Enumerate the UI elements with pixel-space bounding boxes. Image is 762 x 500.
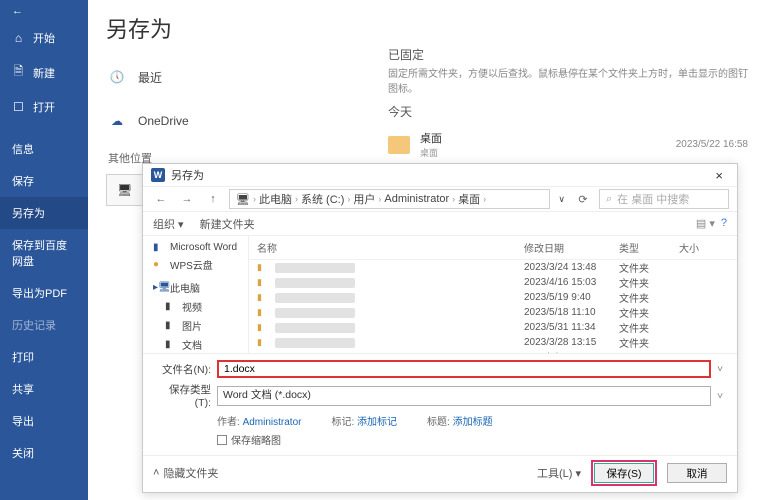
- tree-this-pc[interactable]: ▸🖥此电脑: [143, 278, 248, 297]
- author-value[interactable]: Administrator: [243, 417, 302, 428]
- today-heading: 今天: [388, 103, 748, 120]
- tag-value[interactable]: 添加标记: [357, 417, 397, 428]
- back-arrow[interactable]: ←: [0, 0, 88, 22]
- sidebar-item-info[interactable]: 信息: [0, 133, 88, 165]
- tree-pictures[interactable]: ▮图片: [143, 316, 248, 335]
- pc-icon: 🖥: [236, 193, 250, 206]
- video-icon: ▮: [165, 301, 177, 312]
- tree-wps[interactable]: ●WPS云盘: [143, 255, 248, 274]
- search-input[interactable]: ⌕在 桌面 中搜索: [599, 189, 729, 209]
- file-row[interactable]: ▮2023/3/28 13:15文件夹: [249, 335, 737, 350]
- refresh-icon[interactable]: ⟳: [573, 189, 593, 209]
- file-row[interactable]: ▮2023/5/31 11:34文件夹: [249, 320, 737, 335]
- sidebar-item-save[interactable]: 保存: [0, 165, 88, 197]
- dialog-buttons: ˄隐藏文件夹 工具(L) ▾ 保存(S) 取消: [143, 455, 737, 492]
- sidebar-item-share[interactable]: 共享: [0, 373, 88, 405]
- word-icon: ▮: [153, 242, 165, 253]
- help-icon[interactable]: ?: [721, 217, 727, 230]
- sidebar-item-close[interactable]: 关闭: [0, 437, 88, 469]
- wps-icon: ●: [153, 259, 165, 270]
- sidebar-item-export[interactable]: 导出: [0, 405, 88, 437]
- filename-label: 文件名(N):: [153, 362, 211, 377]
- cancel-button[interactable]: 取消: [667, 463, 727, 483]
- title-value[interactable]: 添加标题: [453, 417, 493, 428]
- thumbnail-checkbox[interactable]: 保存缩略图: [153, 432, 727, 447]
- pinned-heading: 已固定: [388, 46, 748, 63]
- picture-icon: ▮: [165, 320, 177, 331]
- nav-up-icon[interactable]: ↑: [203, 189, 223, 209]
- sidebar-item-print[interactable]: 打印: [0, 341, 88, 373]
- file-row[interactable]: ▮2023/5/18 11:10文件夹: [249, 305, 737, 320]
- dialog-nav: ← → ↑ 🖥› 此电脑› 系统 (C:)› 用户› Administrator…: [143, 186, 737, 212]
- recent-folder-desktop[interactable]: 桌面桌面 2023/5/22 16:58: [388, 126, 748, 163]
- file-row[interactable]: ▮2023/5/19 9:40文件夹: [249, 290, 737, 305]
- file-row[interactable]: ▮2023/4/16 15:03文件夹: [249, 275, 737, 290]
- filename-input[interactable]: [217, 360, 711, 378]
- backstage-sidebar: ← ⌂开始 🗎新建 ☐打开 信息 保存 另存为 保存到百度网盘 导出为PDF 历…: [0, 0, 88, 500]
- word-icon: W: [151, 168, 165, 182]
- folder-tree: ▮Microsoft Word ●WPS云盘 ▸🖥此电脑 ▮视频 ▮图片 ▮文档…: [143, 236, 249, 353]
- page-title: 另存为: [106, 12, 744, 44]
- save-button[interactable]: 保存(S): [594, 463, 654, 483]
- pc-icon: 🖥: [117, 183, 132, 197]
- filetype-label: 保存类型(T):: [153, 382, 211, 409]
- sidebar-item-saveas[interactable]: 另存为: [0, 197, 88, 229]
- tools-menu[interactable]: 工具(L) ▾: [537, 465, 581, 481]
- collapse-folders[interactable]: ˄隐藏文件夹: [153, 465, 218, 481]
- close-icon[interactable]: ×: [709, 168, 729, 183]
- dialog-footer: 文件名(N): ˅ 保存类型(T): Word 文档 (*.docx) ˅ 作者…: [143, 353, 737, 455]
- sidebar-item-new[interactable]: 🗎新建: [0, 54, 88, 91]
- sidebar-item-home[interactable]: ⌂开始: [0, 22, 88, 54]
- sidebar-item-open[interactable]: ☐打开: [0, 91, 88, 123]
- organize-menu[interactable]: 组织 ▾: [153, 216, 184, 232]
- nav-forward-icon[interactable]: →: [177, 189, 197, 209]
- new-folder-button[interactable]: 新建文件夹: [200, 216, 255, 232]
- file-list-header[interactable]: 名称 修改日期 类型 大小: [249, 236, 737, 260]
- pc-icon: ▸🖥: [153, 282, 165, 293]
- chevron-up-icon: ˄: [153, 467, 159, 479]
- pinned-note: 固定所需文件夹，方便以后查找。鼠标悬停在某个文件夹上方时，单击显示的图钉图标。: [388, 65, 748, 95]
- tree-word[interactable]: ▮Microsoft Word: [143, 240, 248, 255]
- folder-time: 2023/5/22 16:58: [676, 139, 748, 150]
- view-icon[interactable]: ▤ ▾: [696, 217, 715, 230]
- tree-documents[interactable]: ▮文档: [143, 335, 248, 353]
- dialog-titlebar: W 另存为 ×: [143, 164, 737, 186]
- sidebar-item-baidu[interactable]: 保存到百度网盘: [0, 229, 88, 277]
- documents-icon: ▮: [165, 339, 177, 350]
- nav-back-icon[interactable]: ←: [151, 189, 171, 209]
- onedrive-icon: ☁: [108, 112, 126, 130]
- dialog-toolbar: 组织 ▾ 新建文件夹 ▤ ▾ ?: [143, 212, 737, 236]
- file-row[interactable]: ▮2023/3/24 13:48文件夹: [249, 260, 737, 275]
- dialog-title: 另存为: [171, 167, 204, 183]
- sidebar-item-history[interactable]: 历史记录: [0, 309, 88, 341]
- filetype-select[interactable]: Word 文档 (*.docx): [217, 386, 711, 406]
- folder-icon: [388, 136, 410, 154]
- save-as-dialog: W 另存为 × ← → ↑ 🖥› 此电脑› 系统 (C:)› 用户› Admin…: [142, 163, 738, 493]
- tree-videos[interactable]: ▮视频: [143, 297, 248, 316]
- sidebar-item-pdf[interactable]: 导出为PDF: [0, 277, 88, 309]
- clock-icon: 🕔: [108, 68, 126, 86]
- breadcrumb[interactable]: 🖥› 此电脑› 系统 (C:)› 用户› Administrator› 桌面›: [229, 189, 550, 209]
- search-icon: ⌕: [606, 193, 612, 206]
- file-list: 名称 修改日期 类型 大小 ▮2023/3/24 13:48文件夹▮2023/4…: [249, 236, 737, 353]
